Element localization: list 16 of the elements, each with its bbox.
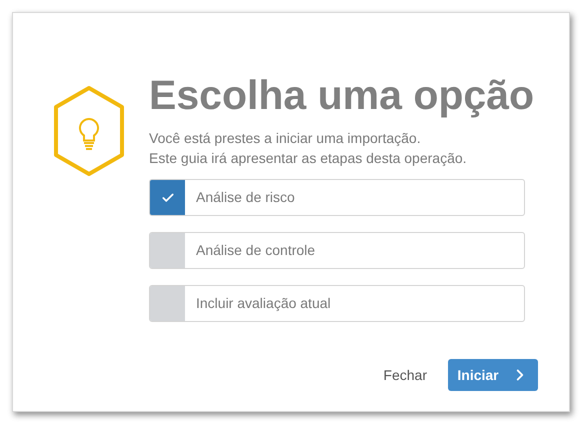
option-label: Análise de controle	[196, 241, 316, 260]
option-checkbox[interactable]	[150, 180, 185, 215]
option-label: Análise de risco	[196, 188, 295, 207]
option-row[interactable]: Análise de controle	[149, 232, 525, 269]
dialog-title: Escolha uma opção	[149, 71, 534, 119]
start-button[interactable]: Iniciar	[448, 359, 538, 391]
option-row[interactable]: Análise de risco	[149, 179, 525, 216]
option-row[interactable]: Incluir avaliação atual	[149, 285, 525, 322]
option-label: Incluir avaliação atual	[196, 294, 331, 313]
description-text: Você está prestes a iniciar uma importação.	[149, 129, 422, 148]
option-checkbox[interactable]	[150, 286, 185, 321]
option-checkbox[interactable]	[150, 233, 185, 268]
lightbulb-icon	[53, 85, 125, 177]
check-icon	[160, 190, 174, 204]
close-button[interactable]: Fechar	[383, 364, 427, 386]
description-text: Este guia irá apresentar as etapas desta operação.	[149, 149, 468, 168]
